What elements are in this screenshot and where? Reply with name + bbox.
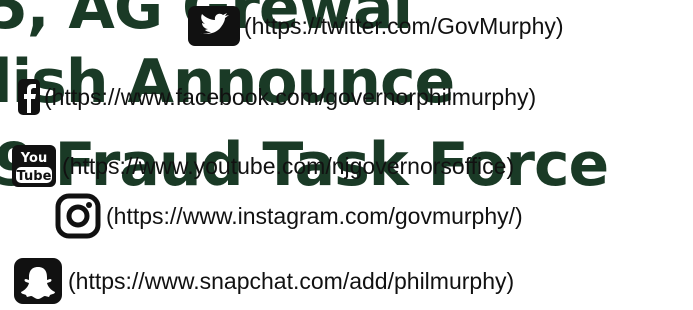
instagram-icon[interactable] [54, 192, 102, 240]
snapchat-row: (https://www.snapchat.com/add/philmurphy… [12, 258, 514, 304]
twitter-icon[interactable] [188, 6, 240, 46]
youtube-icon-top-text: You [20, 151, 47, 166]
snapchat-link[interactable]: (https://www.snapchat.com/add/philmurphy… [68, 268, 514, 295]
youtube-row: You Tube (https://www.youtube.com/njgove… [10, 145, 514, 187]
instagram-row: (https://www.instagram.com/govmurphy/) [54, 192, 523, 240]
instagram-link[interactable]: (https://www.instagram.com/govmurphy/) [106, 203, 523, 230]
youtube-link[interactable]: (https://www.youtube.com/njgovernorsoffi… [62, 153, 514, 180]
facebook-link[interactable]: (https://www.facebook.com/governorphilmu… [44, 84, 536, 111]
twitter-row: (https://twitter.com/GovMurphy) [188, 6, 564, 46]
youtube-icon[interactable]: You Tube [10, 145, 58, 187]
youtube-icon-bottom-text: Tube [17, 169, 52, 184]
snapchat-icon[interactable] [12, 258, 64, 304]
twitter-link[interactable]: (https://twitter.com/GovMurphy) [244, 13, 564, 40]
facebook-row: (https://www.facebook.com/governorphilmu… [18, 79, 536, 115]
facebook-icon[interactable] [18, 79, 40, 115]
